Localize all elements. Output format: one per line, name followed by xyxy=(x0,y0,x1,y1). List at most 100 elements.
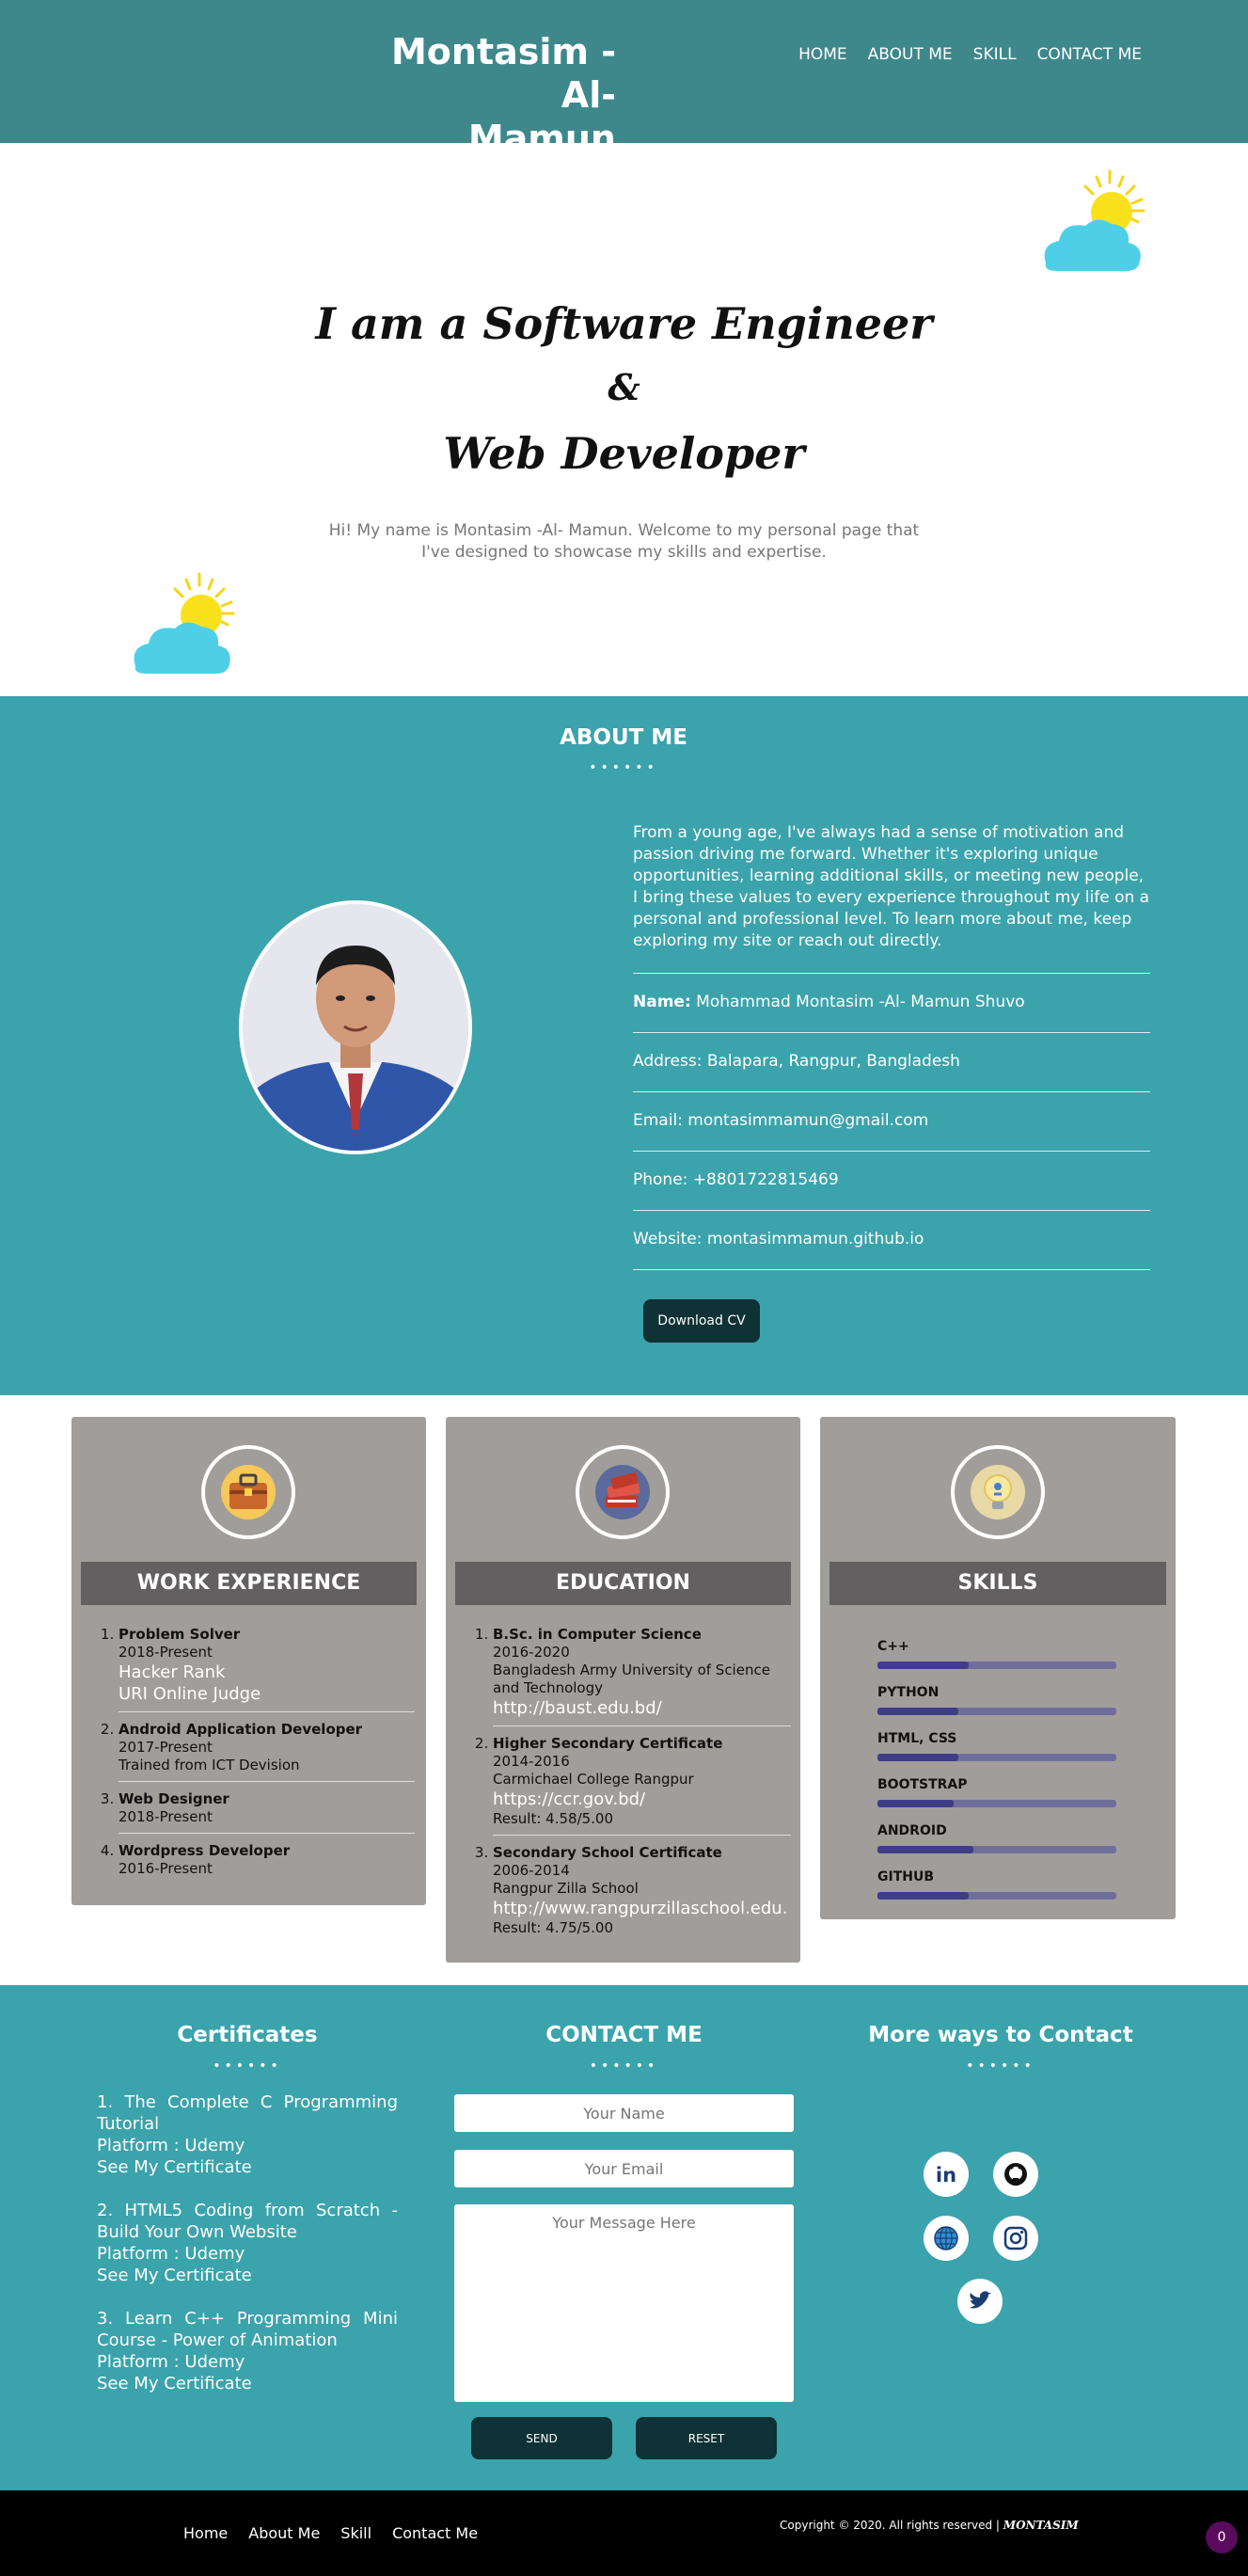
hero-subtitle-line-1: Hi! My name is Montasim -Al- Mamun. Welc… xyxy=(328,521,920,540)
brand-line-1: Montasim -Al- xyxy=(390,31,616,116)
about-dots: •••••• xyxy=(589,760,658,775)
skill-progress-fill xyxy=(877,1754,959,1761)
edu-item-link[interactable]: http://www.rangpurzillaschool.edu.bd/ xyxy=(493,1898,789,1919)
site-footer: Home About Me Skill Contact Me Copyright… xyxy=(0,2490,1248,2576)
contact-dots: •••••• xyxy=(589,2059,659,2074)
skill-name: GITHUB xyxy=(877,1869,935,1884)
list-item: Secondary School Certificate 2006-2014 R… xyxy=(493,1844,791,1944)
about-info-list: Name: Mohammad Montasim -Al- Mamun Shuvo… xyxy=(633,973,1150,1270)
edu-item-link[interactable]: https://ccr.gov.bd/ xyxy=(493,1789,791,1810)
skill-row: C++ xyxy=(877,1639,1116,1669)
skills-card: SKILLS C++ PYTHON HTML, CSS BOOTSTRAP ANDROI… xyxy=(820,1417,1176,1919)
work-item-period: 2016-Present xyxy=(118,1860,213,1877)
reset-button[interactable]: RESET xyxy=(636,2417,777,2459)
footer-link-skill[interactable]: Skill xyxy=(340,2524,371,2542)
edu-item-place: Bangladesh Army University of Science an… xyxy=(493,1662,770,1696)
footer-link-home[interactable]: Home xyxy=(183,2524,228,2542)
footer-link-about-me[interactable]: About Me xyxy=(248,2524,320,2542)
download-cv-button[interactable]: Download CV xyxy=(643,1299,760,1343)
skill-progress-bar xyxy=(877,1892,1116,1900)
skill-row: HTML, CSS xyxy=(877,1731,1116,1761)
about-section: ABOUT ME •••••• From a young age, I've a… xyxy=(0,696,1248,1395)
about-title: ABOUT ME xyxy=(560,725,687,750)
info-name: Name: Mohammad Montasim -Al- Mamun Shuvo xyxy=(633,974,1150,1033)
info-email: Email: montasimmamun@gmail.com xyxy=(633,1092,1150,1152)
github-icon[interactable] xyxy=(993,2152,1038,2197)
education-card: EDUCATION B.Sc. in Computer Science 2016… xyxy=(446,1417,800,1963)
svg-text:in: in xyxy=(936,2164,956,2186)
nav-skill[interactable]: SKILL xyxy=(973,45,1017,64)
skill-row: BOOTSTRAP xyxy=(877,1777,1116,1807)
certificate-item: 2. HTML5 Coding from Scratch - Build You… xyxy=(97,2200,398,2286)
linkedin-icon[interactable]: in xyxy=(924,2152,969,2197)
skill-row: PYTHON xyxy=(877,1685,1116,1715)
education-list: B.Sc. in Computer Science 2016-2020 Bang… xyxy=(493,1626,791,1952)
briefcase-icon xyxy=(201,1445,295,1539)
work-item-title: Problem Solver xyxy=(118,1626,241,1643)
edu-item-place: Carmichael College Rangpur xyxy=(493,1771,694,1788)
message-textarea[interactable] xyxy=(454,2204,794,2402)
hacker-rank-link[interactable]: Hacker Rank xyxy=(118,1662,415,1683)
visitor-counter-badge: 0 xyxy=(1206,2521,1238,2553)
skill-progress-bar xyxy=(877,1754,1116,1761)
edu-item-period: 2006-2014 xyxy=(493,1862,570,1879)
twitter-icon[interactable] xyxy=(957,2279,1003,2324)
top-nav: HOME ABOUT ME SKILL CONTACT ME xyxy=(798,45,1142,64)
certificate-platform: Platform : Udemy xyxy=(97,2244,245,2264)
list-item: B.Sc. in Computer Science 2016-2020 Bang… xyxy=(493,1626,791,1726)
work-experience-card: WORK EXPERIENCE Problem Solver 2018-Pres… xyxy=(71,1417,426,1905)
name-input[interactable] xyxy=(454,2094,794,2132)
books-icon xyxy=(576,1445,670,1539)
info-phone: Phone: +8801722815469 xyxy=(633,1152,1150,1211)
hero-subtitle-line-2: I've designed to showcase my skills and … xyxy=(421,543,827,562)
more-ways-title: More ways to Contact xyxy=(868,2023,1133,2047)
edu-item-link[interactable]: http://baust.edu.bd/ xyxy=(493,1697,791,1719)
hero-section: I am a Software Engineer & Web Developer… xyxy=(0,143,1248,696)
hero-title-line-3: Web Developer xyxy=(443,428,805,479)
certificate-platform: Platform : Udemy xyxy=(97,2352,245,2372)
uri-online-judge-link[interactable]: URI Online Judge xyxy=(118,1683,415,1705)
certificates-title: Certificates xyxy=(177,2023,318,2047)
skill-name: C++ xyxy=(877,1639,909,1654)
hero-title-line-2: & xyxy=(608,366,640,408)
see-certificate-link[interactable]: See My Certificate xyxy=(97,2156,398,2178)
edu-item-period: 2016-2020 xyxy=(493,1644,570,1661)
nav-about-me[interactable]: ABOUT ME xyxy=(868,45,953,64)
work-item-period: 2017-Present xyxy=(118,1739,213,1756)
list-item: Wordpress Developer 2016-Present xyxy=(118,1842,415,1884)
info-address: Address: Balapara, Rangpur, Bangladesh xyxy=(633,1033,1150,1092)
skill-progress-bar xyxy=(877,1708,1116,1715)
work-item-title: Wordpress Developer xyxy=(118,1842,291,1859)
nav-contact-me[interactable]: CONTACT ME xyxy=(1037,45,1142,64)
list-item: Android Application Developer 2017-Prese… xyxy=(118,1721,415,1782)
send-button[interactable]: SEND xyxy=(471,2417,612,2459)
lightbulb-icon xyxy=(951,1445,1045,1539)
contact-section: Certificates •••••• 1. The Complete C Pr… xyxy=(0,1985,1248,2490)
list-item: Higher Secondary Certificate 2014-2016 C… xyxy=(493,1735,791,1836)
skills-title: SKILLS xyxy=(829,1562,1166,1605)
see-certificate-link[interactable]: See My Certificate xyxy=(97,2265,398,2286)
nav-home[interactable]: HOME xyxy=(798,45,847,64)
certificate-item: 3. Learn C++ Programming Mini Course - P… xyxy=(97,2308,398,2394)
skill-progress-bar xyxy=(877,1846,1116,1853)
certificate-name: 3. Learn C++ Programming Mini Course - P… xyxy=(97,2309,398,2350)
certificate-platform: Platform : Udemy xyxy=(97,2136,245,2155)
footer-link-contact-me[interactable]: Contact Me xyxy=(392,2524,478,2542)
about-bio: From a young age, I've always had a sens… xyxy=(633,823,1150,950)
education-title: EDUCATION xyxy=(455,1562,791,1605)
see-certificate-link[interactable]: See My Certificate xyxy=(97,2373,398,2394)
edu-item-place: Rangpur Zilla School xyxy=(493,1880,639,1897)
globe-icon[interactable] xyxy=(924,2216,969,2261)
footer-nav: Home About Me Skill Contact Me xyxy=(183,2524,478,2542)
name-value: Mohammad Montasim -Al- Mamun Shuvo xyxy=(690,993,1025,1011)
brand-title[interactable]: Montasim -Al- Mamun xyxy=(357,30,616,160)
work-item-title: Android Application Developer xyxy=(118,1721,363,1738)
contact-title: CONTACT ME xyxy=(545,2023,703,2047)
skill-progress-bar xyxy=(877,1800,1116,1807)
list-item: Problem Solver 2018-Present Hacker Rank … xyxy=(118,1626,415,1712)
instagram-icon[interactable] xyxy=(993,2216,1038,2261)
edu-item-result: Result: 4.58/5.00 xyxy=(493,1810,614,1827)
work-item-period: 2018-Present xyxy=(118,1808,213,1825)
email-input[interactable] xyxy=(454,2150,794,2187)
certificates-list: 1. The Complete C Programming Tutorial P… xyxy=(97,2091,398,2416)
